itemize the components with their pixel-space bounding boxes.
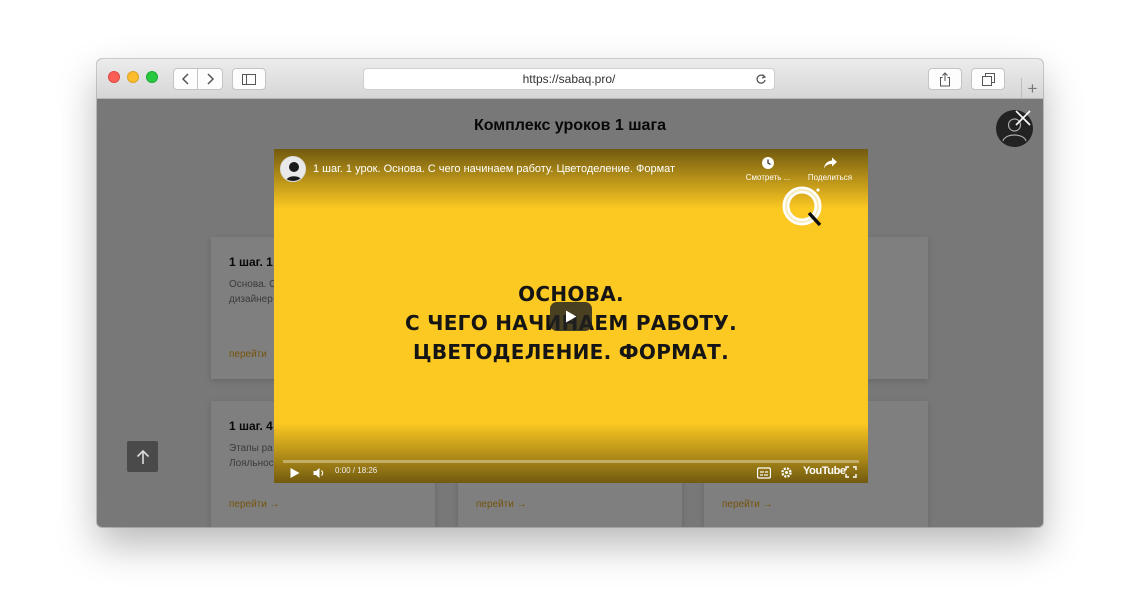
slide-line: ЦВЕТОДЕЛЕНИЕ. ФОРМАТ.	[413, 340, 729, 364]
watch-later-button[interactable]: Смотреть ...	[743, 156, 793, 182]
minimize-window-button[interactable]	[127, 71, 139, 83]
reload-icon[interactable]	[755, 73, 767, 85]
channel-avatar[interactable]	[280, 156, 306, 182]
address-bar[interactable]: https://sabaq.pro/	[363, 68, 775, 90]
scroll-to-top-button[interactable]	[127, 441, 158, 472]
video-player[interactable]: 1 шаг. 1 урок. Основа. С чего начинаем р…	[274, 149, 868, 483]
progress-bar[interactable]	[283, 460, 859, 463]
sidebar-icon	[242, 73, 256, 85]
browser-toolbar: https://sabaq.pro/ +	[97, 59, 1043, 99]
volume-icon[interactable]	[312, 466, 326, 480]
youtube-logo[interactable]: YouTube	[803, 465, 846, 477]
share-video-button[interactable]: Поделиться	[805, 156, 855, 182]
fullscreen-icon[interactable]	[845, 466, 857, 478]
share-icon	[940, 71, 950, 86]
browser-window: https://sabaq.pro/ + Комплекс уроков 1 ш…	[97, 59, 1043, 527]
sidebar-toggle-button[interactable]	[232, 68, 266, 90]
share-video-label: Поделиться	[807, 173, 853, 182]
chevron-right-icon	[207, 73, 215, 85]
forward-button[interactable]	[198, 68, 223, 90]
subtitles-icon[interactable]	[757, 467, 771, 479]
channel-logo-icon	[782, 186, 822, 227]
share-button[interactable]	[928, 68, 962, 90]
tab-overview-button[interactable]	[971, 68, 1005, 90]
url-text: https://sabaq.pro/	[522, 72, 616, 86]
play-icon	[566, 310, 577, 323]
clock-icon	[762, 157, 774, 169]
zoom-window-button[interactable]	[146, 71, 158, 83]
close-window-button[interactable]	[108, 71, 120, 83]
back-button[interactable]	[173, 68, 198, 90]
play-icon[interactable]	[289, 466, 301, 480]
arrow-up-icon	[136, 449, 149, 464]
video-title[interactable]: 1 шаг. 1 урок. Основа. С чего начинаем р…	[313, 163, 675, 175]
time-display: 0:00 / 18:26	[335, 466, 378, 475]
close-icon[interactable]	[1013, 108, 1033, 128]
large-play-button[interactable]	[550, 302, 592, 331]
share-arrow-icon	[823, 157, 837, 169]
chevron-left-icon	[181, 73, 189, 85]
new-tab-button[interactable]: +	[1021, 78, 1043, 99]
watch-later-label: Смотреть ...	[745, 173, 791, 182]
tabs-icon	[981, 72, 995, 86]
settings-gear-icon[interactable]	[780, 466, 793, 479]
